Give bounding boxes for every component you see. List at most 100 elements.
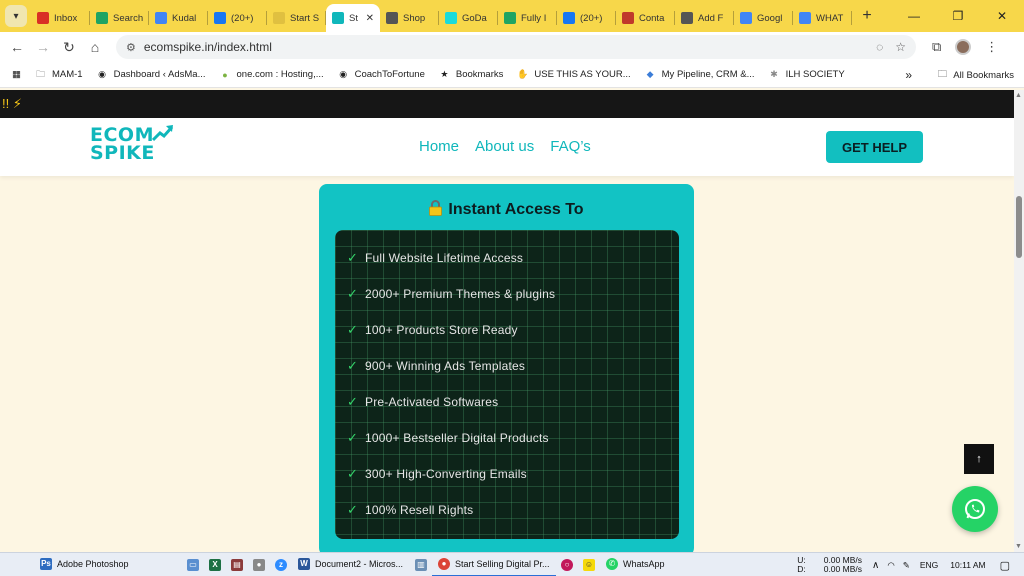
announcement-bar: !! ⚡ [0, 90, 1014, 118]
taskbar-app-chrome[interactable]: ● Start Selling Digital Pr... [432, 553, 556, 576]
bookmark-item[interactable]: ✱ ILH SOCIETY [769, 69, 844, 80]
browser-tab[interactable]: Conta [616, 4, 675, 32]
bookmark-item[interactable]: ◉ CoachToFortune [338, 69, 425, 80]
feature-text: 100+ Products Store Ready [365, 323, 518, 337]
tab-label: Shop [403, 12, 426, 24]
new-tab-button[interactable]: + [856, 7, 878, 25]
hand-icon: ✋ [517, 69, 529, 79]
taskbar-pinned-notes[interactable]: ▥ [410, 553, 432, 576]
site-info-icon[interactable]: ⚙ [126, 41, 136, 54]
page-scrollbar[interactable]: ▲ ▼ [1014, 90, 1024, 552]
pen-icon[interactable]: ✎ [903, 560, 910, 571]
reload-button[interactable]: ↻ [56, 39, 82, 56]
bookmark-item[interactable]: ◉ Dashboard ‹ AdsMa... [97, 69, 205, 80]
monitor-icon: ▭ [187, 558, 199, 571]
browser-tab[interactable]: Shop [380, 4, 439, 32]
browser-tab[interactable]: WHAT [793, 4, 852, 32]
taskbar-pinned-monitor[interactable]: ▭ [182, 553, 204, 576]
profile-avatar[interactable] [955, 39, 972, 55]
forward-button[interactable]: → [30, 39, 56, 55]
archive-icon: ▤ [231, 558, 243, 571]
get-help-button[interactable]: GET HELP [826, 131, 923, 163]
taskbar-app-label: Document2 - Micros... [315, 558, 404, 569]
instant-access-card: Instant Access To ✓ Full Website Lifetime… [319, 184, 694, 552]
facebook-icon [214, 12, 226, 24]
wifi-icon[interactable]: ◠ [887, 560, 894, 571]
circle-app-icon: ○ [561, 558, 573, 571]
close-tab-icon[interactable]: ✕ [366, 13, 374, 24]
nav-home[interactable]: Home [419, 138, 459, 155]
taskbar-app-word[interactable]: W Document2 - Micros... [292, 553, 410, 576]
net-down-label: D: [797, 564, 806, 574]
more-bookmarks-icon[interactable]: » [905, 62, 912, 88]
taskbar-pinned-snapchat[interactable]: ☺ [578, 553, 600, 576]
menu-icon[interactable]: ⋮ [985, 39, 998, 55]
feature-item: ✓ 2000+ Premium Themes & plugins [347, 286, 555, 302]
feature-item: ✓ 300+ High-Converting Emails [347, 466, 527, 482]
feature-item: ✓ 100+ Products Store Ready [347, 322, 518, 338]
notifications-icon[interactable]: ▢ [1000, 559, 1010, 572]
browser-tab[interactable]: GoDa [439, 4, 498, 32]
taskbar-pinned-app[interactable]: ○ [556, 553, 578, 576]
scroll-down-icon[interactable]: ▼ [1015, 543, 1022, 550]
all-bookmarks-folder[interactable]: 🗀 All Bookmarks [938, 62, 1014, 88]
bookmark-item[interactable]: ● one.com : Hosting,... [220, 69, 323, 80]
system-tray: U: 0.00 MB/s D: 0.00 MB/s ∧ ◠ ✎ ENG 10:11 … [797, 553, 1024, 576]
lock-icon [429, 200, 443, 216]
browser-tab[interactable]: Googl [734, 4, 793, 32]
nav-faqs[interactable]: FAQ’s [550, 138, 591, 155]
toolbar: ← → ↻ ⌂ ⚙ ecomspike.in/index.html ◌ ☆ ⧉ … [0, 32, 1024, 62]
nav-about-us[interactable]: About us [475, 138, 534, 155]
clock[interactable]: 10:11 AM [950, 560, 985, 570]
taskbar-pinned-archive[interactable]: ▤ [226, 553, 248, 576]
announcement-text: !! ⚡ [2, 96, 22, 111]
taskbar-pinned-mic[interactable]: ● [248, 553, 270, 576]
browser-tab[interactable]: Fully I [498, 4, 557, 32]
maximize-button[interactable]: ❐ [936, 0, 980, 32]
browser-tab[interactable]: (20+) [557, 4, 616, 32]
eye-off-icon[interactable]: ◌ [876, 40, 883, 54]
ecomspike-logo[interactable]: ECOM SPIKE [90, 125, 174, 163]
whatsapp-chat-button[interactable] [952, 486, 998, 532]
taskbar-app-whatsapp[interactable]: ✆ WhatsApp [600, 553, 671, 576]
contact-icon [622, 12, 634, 24]
minimize-button[interactable]: — [892, 0, 936, 32]
bookmark-item[interactable]: ◆ My Pipeline, CRM &... [645, 69, 755, 80]
tab-label: GoDa [462, 12, 487, 24]
browser-tab[interactable]: (20+) [208, 4, 267, 32]
taskbar-pinned-excel[interactable]: X [204, 553, 226, 576]
extensions-icon[interactable]: ⧉ [932, 39, 941, 55]
address-bar[interactable]: ⚙ ecomspike.in/index.html ◌ ☆ [116, 35, 916, 59]
apps-grid-icon[interactable]: ▦ [12, 69, 21, 80]
bookmark-item[interactable]: ★ Bookmarks [439, 69, 503, 80]
browser-tab[interactable]: St ✕ [326, 4, 380, 32]
notes-icon: ▥ [415, 558, 427, 571]
url-text: ecomspike.in/index.html [143, 40, 272, 54]
browser-tab[interactable]: Kudal [149, 4, 208, 32]
bookmark-item[interactable]: ✋ USE THIS AS YOUR... [517, 69, 630, 80]
taskbar-app-photoshop[interactable]: Ps Adobe Photoshop [34, 553, 152, 576]
browser-tab[interactable]: Add F [675, 4, 734, 32]
feature-text: 300+ High-Converting Emails [365, 467, 527, 481]
browser-tab[interactable]: Inbox [31, 4, 90, 32]
language-indicator[interactable]: ENG [920, 560, 938, 570]
bookmark-label: CoachToFortune [354, 69, 425, 80]
bookmark-star-icon[interactable]: ☆ [895, 40, 906, 54]
home-button[interactable]: ⌂ [82, 39, 108, 55]
tray-chevron-icon[interactable]: ∧ [872, 560, 879, 571]
tab-label: Googl [757, 12, 783, 24]
back-button[interactable]: ← [4, 39, 30, 55]
browser-tab[interactable]: Start S [267, 4, 326, 32]
tab-list: Inbox Search Kudal (20+) Start S St ✕ Shop GoDa F… [31, 0, 852, 32]
tab-search-button[interactable]: ▾ [5, 5, 27, 27]
close-window-button[interactable]: ✕ [980, 0, 1024, 32]
feature-text: 2000+ Premium Themes & plugins [365, 287, 556, 301]
star-icon: ★ [440, 69, 449, 79]
browser-tab[interactable]: Search [90, 4, 149, 32]
taskbar-pinned-zoom[interactable]: z [270, 553, 292, 576]
tab-label: Kudal [172, 12, 197, 24]
scrollbar-thumb[interactable] [1016, 196, 1022, 258]
scroll-up-icon[interactable]: ▲ [1015, 92, 1022, 99]
scroll-to-top-button[interactable]: ↑ [964, 444, 994, 474]
bookmark-item[interactable]: 🗀 MAM-1 [35, 69, 83, 81]
